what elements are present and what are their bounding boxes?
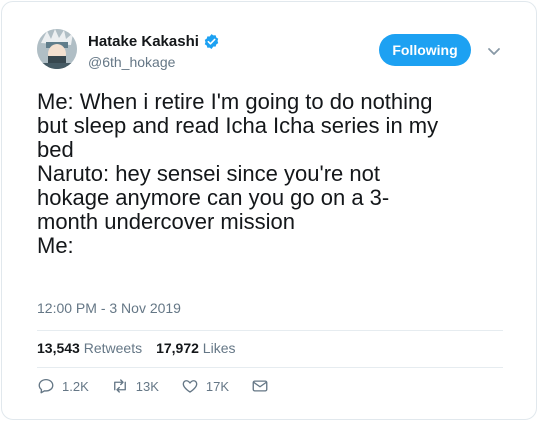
tweet-text-line: hokage anymore can you go on a 3-	[37, 185, 390, 210]
reply-count: 1.2K	[62, 378, 89, 394]
like-button[interactable]: 17K	[181, 377, 229, 395]
retweets-count: 13,543	[37, 340, 80, 356]
user-handle[interactable]: @6th_hokage	[88, 54, 175, 70]
direct-message-button[interactable]	[251, 377, 269, 395]
retweets-stat[interactable]: 13,543 Retweets	[37, 340, 142, 356]
chevron-down-icon[interactable]	[487, 44, 501, 55]
divider	[37, 330, 503, 331]
tweet-text-line: Naruto: hey sensei since you're not	[37, 161, 380, 186]
verified-badge-icon	[203, 33, 220, 50]
tweet-actions: 1.2K 13K 17K	[37, 377, 291, 395]
likes-count: 17,972	[156, 340, 199, 356]
reply-button[interactable]: 1.2K	[37, 377, 89, 395]
tweet-text-line: Me:	[37, 233, 74, 258]
retweet-button[interactable]: 13K	[111, 377, 159, 395]
divider	[37, 367, 503, 368]
heart-icon	[182, 380, 198, 393]
tweet-text: Me: When i retire I'm going to do nothin…	[37, 90, 507, 258]
likes-stat[interactable]: 17,972 Likes	[156, 340, 235, 356]
tweet-stats: 13,543 Retweets 17,972 Likes	[37, 340, 235, 356]
user-name-row: Hatake Kakashi	[88, 33, 220, 50]
tweet-text-line: bed	[37, 137, 74, 162]
retweet-count: 13K	[135, 378, 159, 394]
tweet-text-line: but sleep and read Icha Icha series in m…	[37, 113, 439, 138]
like-count: 17K	[205, 378, 230, 394]
display-name[interactable]: Hatake Kakashi	[88, 33, 199, 50]
tweet-text-line: month undercover mission	[37, 209, 296, 234]
following-button[interactable]: Following	[379, 34, 471, 66]
avatar[interactable]	[37, 29, 77, 69]
retweet-icon	[113, 379, 126, 393]
tweet-timestamp[interactable]: 12:00 PM - 3 Nov 2019	[37, 300, 181, 316]
retweets-label: Retweets	[83, 340, 143, 356]
tweet-text-line: Me: When i retire I'm going to do nothin…	[37, 89, 433, 114]
envelope-icon	[252, 380, 268, 392]
reply-icon	[38, 378, 54, 394]
likes-label: Likes	[202, 340, 236, 356]
